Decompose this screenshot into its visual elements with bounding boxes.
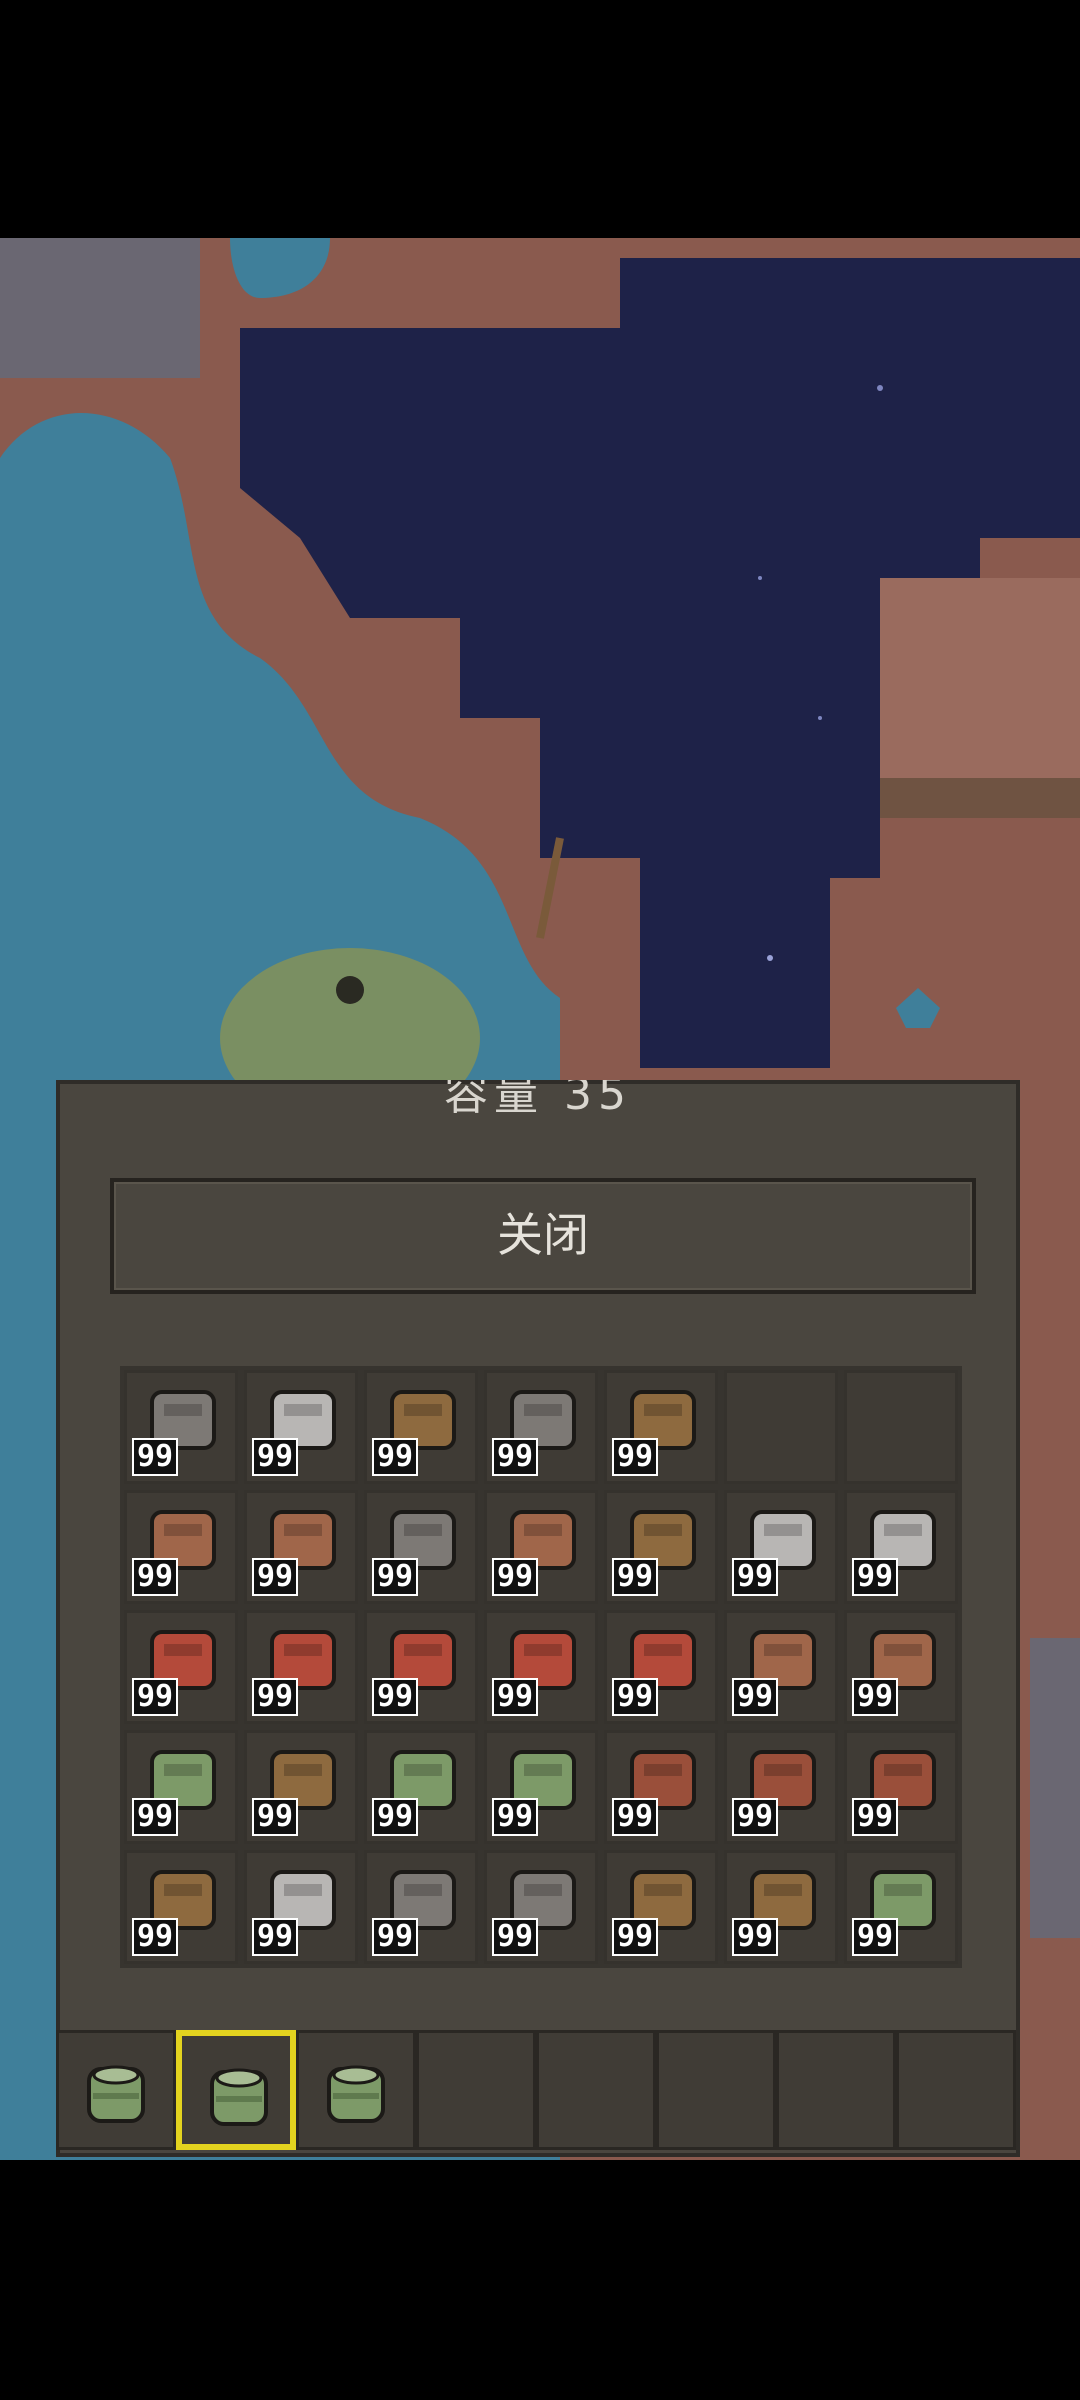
item-count: 99 [492,1678,539,1716]
inventory-slot[interactable]: 99 [724,1610,838,1724]
item-count: 99 [132,1798,179,1836]
item-count: 99 [372,1678,419,1716]
inventory-slot[interactable] [844,1370,958,1484]
item-count: 99 [132,1558,179,1596]
item-count: 99 [732,1918,779,1956]
item-count: 99 [732,1798,779,1836]
green-pot-icon [327,2065,385,2123]
inventory-slot[interactable]: 99 [844,1850,958,1964]
item-count: 99 [852,1918,899,1956]
inventory-slot[interactable]: 99 [724,1730,838,1844]
inventory-slot[interactable]: 99 [604,1370,718,1484]
item-count: 99 [132,1678,179,1716]
item-count: 99 [612,1798,659,1836]
item-count: 99 [132,1918,179,1956]
item-count: 99 [612,1678,659,1716]
item-count: 99 [492,1798,539,1836]
hotbar-slot[interactable] [536,2030,656,2150]
inventory-slot[interactable]: 99 [364,1730,478,1844]
item-count: 99 [732,1678,779,1716]
inventory-slot[interactable]: 99 [244,1850,358,1964]
green-pot-icon [210,2068,268,2126]
inventory-slot[interactable] [724,1370,838,1484]
item-count: 99 [492,1438,539,1476]
hotbar-slot-selected[interactable] [176,2030,296,2150]
inventory-slot[interactable]: 99 [364,1370,478,1484]
hotbar-slot[interactable] [896,2030,1016,2150]
inventory-slot[interactable]: 99 [244,1730,358,1844]
inventory-slot[interactable]: 99 [844,1730,958,1844]
inventory-slot[interactable]: 99 [724,1490,838,1604]
item-count: 99 [492,1558,539,1596]
item-count: 99 [492,1918,539,1956]
inventory-slot[interactable]: 99 [124,1730,238,1844]
inventory-slot[interactable]: 99 [364,1850,478,1964]
inventory-slot[interactable]: 99 [364,1490,478,1604]
inventory-slot[interactable]: 99 [604,1730,718,1844]
inventory-slot[interactable]: 99 [484,1610,598,1724]
inventory-slot[interactable]: 99 [124,1370,238,1484]
inventory-slot[interactable]: 99 [244,1610,358,1724]
inventory-slot[interactable]: 99 [244,1490,358,1604]
inventory-slot[interactable]: 99 [484,1730,598,1844]
hotbar [56,2030,1020,2158]
item-count: 99 [252,1798,299,1836]
inventory-slot[interactable]: 99 [484,1850,598,1964]
item-count: 99 [732,1558,779,1596]
item-count: 99 [252,1678,299,1716]
hotbar-slot[interactable] [56,2030,176,2150]
item-count: 99 [372,1918,419,1956]
stone-block [0,238,200,378]
item-count: 99 [612,1918,659,1956]
inventory-slot[interactable]: 99 [604,1850,718,1964]
close-button[interactable]: 关闭 [110,1178,976,1294]
inventory-slot[interactable]: 99 [244,1370,358,1484]
item-count: 99 [252,1558,299,1596]
inventory-slot[interactable]: 99 [844,1610,958,1724]
inventory-slot[interactable]: 99 [604,1610,718,1724]
inventory-slot[interactable]: 99 [124,1490,238,1604]
inventory-slot[interactable]: 99 [124,1850,238,1964]
hotbar-slot[interactable] [656,2030,776,2150]
item-count: 99 [852,1558,899,1596]
inventory-slot[interactable]: 99 [484,1370,598,1484]
inventory-slot[interactable]: 99 [604,1490,718,1604]
capacity-title: 容量 35 [444,1080,632,1120]
hotbar-slot[interactable] [416,2030,536,2150]
green-pot-icon [87,2065,145,2123]
item-count: 99 [252,1438,299,1476]
item-count: 99 [612,1558,659,1596]
item-count: 99 [372,1558,419,1596]
item-count: 99 [132,1438,179,1476]
inventory-grid: 99 99 99 99 99 99 99 99 99 99 99 99 99 9… [120,1366,962,1968]
inventory-panel: 容量 35 关闭 99 99 99 99 99 99 99 99 99 99 9… [56,1080,1020,2157]
item-count: 99 [372,1438,419,1476]
hotbar-slot[interactable] [776,2030,896,2150]
item-count: 99 [612,1438,659,1476]
inventory-slot[interactable]: 99 [484,1490,598,1604]
hotbar-slot[interactable] [296,2030,416,2150]
item-count: 99 [252,1918,299,1956]
item-count: 99 [852,1678,899,1716]
inventory-slot[interactable]: 99 [844,1490,958,1604]
item-count: 99 [852,1798,899,1836]
inventory-slot[interactable]: 99 [124,1610,238,1724]
item-count: 99 [372,1798,419,1836]
inventory-slot[interactable]: 99 [724,1850,838,1964]
inventory-slot[interactable]: 99 [364,1610,478,1724]
